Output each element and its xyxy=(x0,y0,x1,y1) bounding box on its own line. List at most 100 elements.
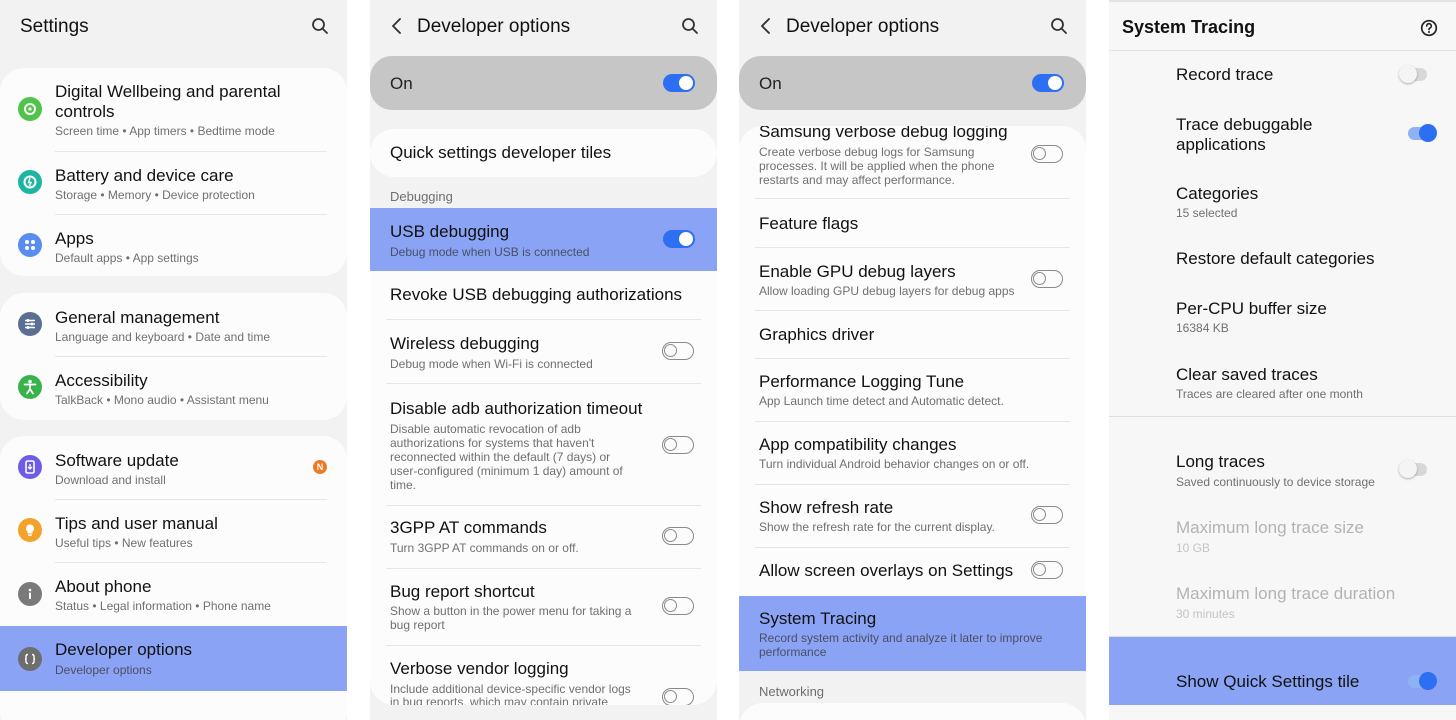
show-quick-settings-tile-item[interactable]: Show Quick Settings tile xyxy=(1109,637,1456,705)
app-compatibility-item[interactable]: App compatibility changes Turn individua… xyxy=(739,422,1086,484)
page-title: Developer options xyxy=(417,16,571,37)
item-title: Battery and device care xyxy=(55,166,234,185)
page-title: Developer options xyxy=(786,16,940,37)
item-subtitle: TalkBack • Mono audio • Assistant menu xyxy=(55,393,269,407)
item-subtitle: Disable automatic revocation of adb xyxy=(390,422,581,436)
search-icon[interactable] xyxy=(311,17,329,35)
item-subtitle: Screen time • App timers • Bedtime mode xyxy=(55,124,275,138)
3gpp-at-commands-item[interactable]: 3GPP AT commands Turn 3GPP AT commands o… xyxy=(370,506,717,568)
settings-item-general-management[interactable]: General management Language and keyboard… xyxy=(0,293,347,356)
screen-overlays-toggle[interactable] xyxy=(1031,561,1063,579)
master-switch-bar[interactable]: On xyxy=(370,56,717,110)
software-update-icon xyxy=(18,455,42,479)
quick-settings-tile-toggle[interactable] xyxy=(1408,672,1437,690)
item-title: Allow screen overlays on Settings xyxy=(759,561,1014,580)
master-toggle[interactable] xyxy=(1032,74,1064,92)
master-toggle[interactable] xyxy=(663,74,695,92)
verbose-vendor-logging-item[interactable]: Verbose vendor logging Include additiona… xyxy=(370,646,717,705)
item-title-line2: applications xyxy=(1176,135,1266,154)
bug-report-shortcut-item[interactable]: Bug report shortcut Show a button in the… xyxy=(370,569,717,645)
trace-debuggable-item[interactable]: Trace debuggable applications xyxy=(1109,106,1456,162)
item-title: Per-CPU buffer size xyxy=(1176,299,1327,318)
developer-options-header: Developer options xyxy=(739,0,1086,54)
samsung-verbose-logging-item[interactable]: Samsung verbose debug logging Create ver… xyxy=(739,126,1086,192)
usb-debugging-item[interactable]: USB debugging Debug mode when USB is con… xyxy=(370,208,717,271)
back-arrow-icon[interactable] xyxy=(757,15,775,37)
item-title: Long traces xyxy=(1176,452,1265,471)
section-header-networking: Networking xyxy=(759,684,825,699)
settings-item-battery[interactable]: Battery and device care Storage • Memory… xyxy=(0,152,347,214)
item-subtitle: Record system activity and analyze it la… xyxy=(759,631,1043,645)
settings-item-software-update[interactable]: Software update Download and install N xyxy=(0,436,347,499)
per-cpu-buffer-item[interactable]: Per-CPU buffer size 16384 KB xyxy=(1109,290,1456,344)
max-long-trace-duration-item: Maximum long trace duration 30 minutes xyxy=(1109,575,1456,629)
item-subtitle: Developer options xyxy=(55,663,152,677)
trace-debuggable-toggle[interactable] xyxy=(1408,124,1437,142)
item-subtitle: 15 selected xyxy=(1176,206,1238,220)
page-title: System Tracing xyxy=(1122,17,1256,37)
item-subtitle: 16384 KB xyxy=(1176,321,1229,335)
samsung-verbose-toggle[interactable] xyxy=(1031,145,1063,163)
settings-item-apps[interactable]: Apps Default apps • App settings xyxy=(0,215,347,276)
record-trace-item[interactable]: Record trace xyxy=(1109,54,1456,96)
wireless-debugging-toggle[interactable] xyxy=(662,342,694,360)
back-arrow-icon[interactable] xyxy=(388,15,406,37)
usb-debugging-toggle[interactable] xyxy=(663,230,695,248)
item-title: Enable GPU debug layers xyxy=(759,262,956,281)
item-subtitle: Allow loading GPU debug layers for debug… xyxy=(759,284,1015,298)
item-subtitle: Show a button in the power menu for taki… xyxy=(390,604,632,618)
tips-icon xyxy=(18,518,42,542)
search-icon[interactable] xyxy=(1050,17,1068,35)
settings-item-tips[interactable]: Tips and user manual Useful tips • New f… xyxy=(0,500,347,562)
item-subtitle: Storage • Memory • Device protection xyxy=(55,188,255,202)
restore-default-categories-item[interactable]: Restore default categories xyxy=(1109,240,1456,280)
item-title: Categories xyxy=(1176,184,1259,203)
item-subtitle: Debug mode when Wi-Fi is connected xyxy=(390,357,593,371)
wireless-debugging-item[interactable]: Wireless debugging Debug mode when Wi-Fi… xyxy=(370,320,717,383)
settings-item-accessibility[interactable]: Accessibility TalkBack • Mono audio • As… xyxy=(0,357,347,420)
categories-item[interactable]: Categories 15 selected xyxy=(1109,176,1456,230)
verbose-vendor-toggle[interactable] xyxy=(662,688,694,705)
developer-options-header: Developer options xyxy=(370,0,717,54)
long-traces-item[interactable]: Long traces Saved continuously to device… xyxy=(1109,443,1456,497)
item-title: App compatibility changes xyxy=(759,435,957,454)
about-phone-icon xyxy=(18,582,42,606)
settings-item-digital-wellbeing[interactable]: Digital Wellbeing and parental controls … xyxy=(0,68,347,151)
system-tracing-item[interactable]: System Tracing Record system activity an… xyxy=(739,596,1086,671)
performance-logging-item[interactable]: Performance Logging Tune App Launch time… xyxy=(739,359,1086,421)
item-subtitle: App Launch time detect and Automatic det… xyxy=(759,394,1004,408)
item-title: Verbose vendor logging xyxy=(390,659,569,678)
master-switch-bar[interactable]: On xyxy=(739,56,1086,110)
item-title: Bug report shortcut xyxy=(390,582,535,601)
item-title-line2: controls xyxy=(55,102,115,121)
general-management-icon xyxy=(18,312,42,336)
networking-card xyxy=(739,703,1086,720)
quick-settings-tiles-item[interactable]: Quick settings developer tiles xyxy=(370,129,717,177)
item-title: Accessibility xyxy=(55,371,148,390)
adb-timeout-item[interactable]: Disable adb authorization timeout Disabl… xyxy=(370,384,717,509)
feature-flags-item[interactable]: Feature flags xyxy=(739,199,1086,247)
clear-saved-traces-item[interactable]: Clear saved traces Traces are cleared af… xyxy=(1109,356,1456,410)
item-title: Apps xyxy=(55,229,94,248)
settings-item-about-phone[interactable]: About phone Status • Legal information •… xyxy=(0,563,347,625)
item-title: Trace debuggable xyxy=(1176,115,1313,134)
graphics-driver-item[interactable]: Graphics driver xyxy=(739,311,1086,358)
refresh-rate-toggle[interactable] xyxy=(1031,506,1063,524)
adb-timeout-toggle[interactable] xyxy=(662,436,694,454)
search-icon[interactable] xyxy=(681,17,699,35)
3gpp-toggle[interactable] xyxy=(662,527,694,545)
help-icon[interactable] xyxy=(1420,19,1438,37)
item-title: Clear saved traces xyxy=(1176,365,1318,384)
settings-item-developer-options[interactable]: Developer options Developer options xyxy=(0,626,347,691)
show-refresh-rate-item[interactable]: Show refresh rate Show the refresh rate … xyxy=(739,485,1086,547)
item-subtitle: Traces are cleared after one month xyxy=(1176,387,1363,401)
long-traces-toggle[interactable] xyxy=(1399,460,1427,478)
revoke-usb-item[interactable]: Revoke USB debugging authorizations xyxy=(370,271,717,319)
bug-report-toggle[interactable] xyxy=(662,597,694,615)
item-title: About phone xyxy=(55,577,152,596)
record-trace-toggle[interactable] xyxy=(1399,65,1427,83)
screen-overlays-item[interactable]: Allow screen overlays on Settings xyxy=(739,548,1086,595)
gpu-debug-toggle[interactable] xyxy=(1031,270,1063,288)
developer-options-scrolled-panel: Developer options On Samsung verbose deb… xyxy=(739,0,1086,720)
gpu-debug-layers-item[interactable]: Enable GPU debug layers Allow loading GP… xyxy=(739,248,1086,310)
